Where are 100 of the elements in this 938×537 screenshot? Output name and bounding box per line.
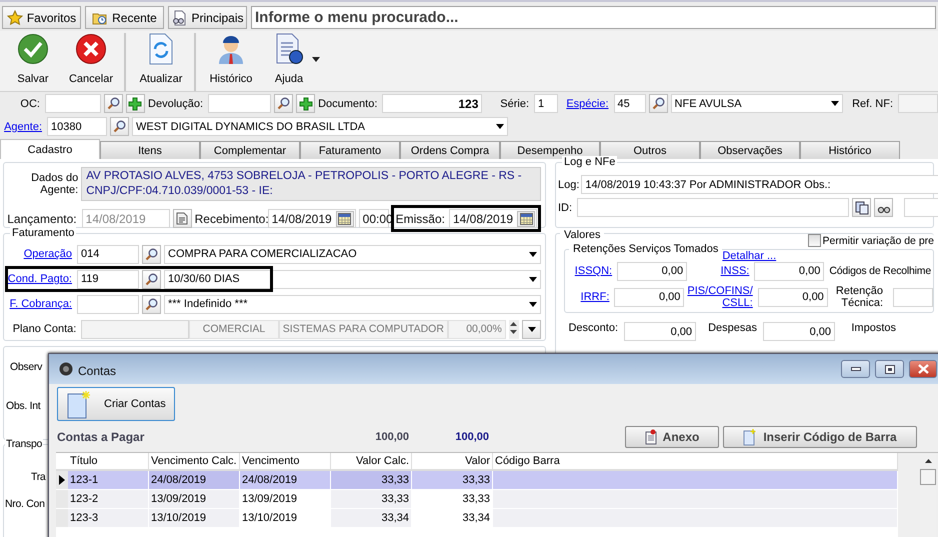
scroll-thumb[interactable] (920, 469, 936, 485)
calendar-button[interactable] (517, 210, 535, 226)
link[interactable]: Cond. Pagto: (7, 273, 74, 285)
tab[interactable]: Cadastro (0, 139, 100, 159)
checkbox[interactable]: Permitir variação de pre (808, 234, 934, 247)
caret-icon[interactable] (312, 57, 320, 62)
input-field[interactable] (904, 198, 938, 217)
toolbar-button[interactable]: Atualizar (132, 33, 190, 85)
input-field[interactable]: 14/08/2019 10:43:37 Por ADMINISTRADOR Obs.: (581, 175, 938, 194)
input-field[interactable]: 119 (77, 270, 139, 288)
toolbar-button[interactable]: Ajuda (260, 33, 318, 85)
lookup-button[interactable] (104, 94, 123, 113)
dropdown-field[interactable]: 10/30/60 DIAS (164, 270, 541, 288)
tab[interactable]: Histórico (800, 141, 900, 159)
minimize-button[interactable] (841, 360, 870, 378)
action-button[interactable]: Inserir Código de Barra (723, 426, 917, 448)
lookup-button[interactable] (142, 294, 161, 314)
input-field[interactable]: 123 (382, 94, 482, 113)
toolbar-button[interactable]: Salvar (4, 33, 62, 85)
link[interactable]: Agente: (2, 120, 44, 132)
input-field[interactable] (81, 320, 190, 338)
menu-button[interactable]: Recente (85, 6, 164, 29)
column-header[interactable]: Código Barra (493, 453, 898, 469)
link[interactable]: IRRF: (569, 291, 612, 303)
create-button[interactable]: Criar Contas (57, 387, 175, 421)
column-header[interactable]: Vencimento (240, 453, 331, 469)
maximize-icon (884, 364, 894, 374)
group-title: Log e NFe (562, 156, 618, 168)
column-header[interactable]: Título (68, 453, 149, 469)
link[interactable]: Detalhar ... (722, 250, 778, 262)
input-field[interactable]: 0,00 (617, 262, 688, 280)
link[interactable]: Operação (7, 248, 74, 260)
input-field[interactable]: 0,00 (758, 288, 828, 306)
tab[interactable]: Faturamento (300, 141, 400, 159)
input-field[interactable]: 014 (77, 244, 139, 264)
tab[interactable]: Itens (100, 141, 200, 159)
view-button[interactable] (874, 198, 894, 217)
field-label: Devolução: (148, 98, 204, 110)
row-header-cell[interactable] (56, 490, 68, 508)
input-field[interactable] (77, 294, 139, 314)
link[interactable]: ISSQN: (569, 265, 614, 277)
date-field[interactable]: 14/08/2019 (268, 209, 356, 228)
search-icon (145, 272, 158, 286)
input-field[interactable]: 10380 (47, 117, 107, 136)
input-field[interactable] (208, 94, 272, 113)
pinned-document-icon (644, 429, 657, 445)
input-field[interactable]: 0,00 (754, 262, 824, 280)
action-button[interactable]: Anexo (625, 426, 719, 448)
spin-button[interactable] (508, 320, 519, 338)
lookup-button[interactable] (110, 117, 129, 136)
toolbar-button[interactable]: Histórico (202, 33, 260, 85)
dropdown-button[interactable] (522, 320, 541, 338)
field-label: Nro. Con (5, 498, 45, 510)
tab[interactable]: Complementar (200, 141, 300, 159)
row-pointer-icon (59, 475, 65, 485)
lookup-button[interactable] (142, 244, 161, 264)
add-button[interactable] (296, 94, 316, 113)
calculator-button[interactable] (172, 209, 192, 228)
field-label: OC: (19, 98, 41, 110)
input-field[interactable] (898, 94, 938, 113)
link[interactable]: Espécie: (561, 98, 611, 110)
table-cell: 24/08/2019 (149, 471, 240, 489)
tab[interactable]: Ordens Compra (400, 141, 500, 159)
link[interactable]: PIS/COFINS/ CSLL: (687, 285, 755, 309)
field-label: Desconto: (567, 322, 619, 334)
total-amount: 100,00 (454, 431, 489, 443)
link[interactable]: F. Cobrança: (7, 298, 74, 310)
search-icon (652, 97, 665, 110)
lookup-button[interactable] (142, 270, 161, 288)
input-field[interactable]: 0,00 (614, 288, 684, 306)
lookup-button[interactable] (274, 94, 294, 113)
link[interactable]: INSS: (690, 265, 752, 277)
lookup-button[interactable] (648, 94, 668, 113)
dropdown-field[interactable]: *** Indefinido *** (164, 294, 541, 314)
menu-button[interactable]: Principais (168, 6, 247, 29)
calendar-button[interactable] (336, 210, 354, 226)
table-cell: 33,34 (331, 509, 412, 527)
copy-button[interactable] (852, 198, 872, 217)
input-field[interactable]: 0,00 (624, 322, 696, 341)
search-field[interactable]: Informe o menu procurado... (251, 6, 936, 29)
tab[interactable]: Observações (700, 141, 800, 159)
toolbar-button[interactable]: Cancelar (62, 33, 120, 85)
dropdown-field[interactable]: WEST DIGITAL DYNAMICS DO BRASIL LTDA (132, 117, 508, 136)
input-field[interactable] (44, 94, 101, 113)
input-field[interactable]: 1 (534, 94, 558, 113)
date-field[interactable]: 14/08/2019 (449, 209, 537, 228)
column-header[interactable]: Vencimento Calc. (149, 453, 240, 469)
dropdown-field[interactable]: COMPRA PARA COMERCIALIZACAO (164, 244, 541, 264)
menu-button[interactable]: Favoritos (2, 6, 81, 29)
dropdown-field[interactable]: NFE AVULSA (670, 94, 843, 113)
close-button[interactable] (909, 360, 937, 378)
input-field[interactable]: 0,00 (763, 322, 835, 341)
maximize-button[interactable] (875, 360, 904, 378)
up-down-arrows-icon (510, 320, 518, 334)
input-field[interactable] (893, 288, 933, 306)
caret-icon (830, 101, 839, 106)
input-field[interactable]: 45 (614, 94, 646, 113)
add-button[interactable] (126, 94, 145, 113)
row-header-cell[interactable] (56, 471, 68, 489)
input-field[interactable] (577, 198, 850, 217)
